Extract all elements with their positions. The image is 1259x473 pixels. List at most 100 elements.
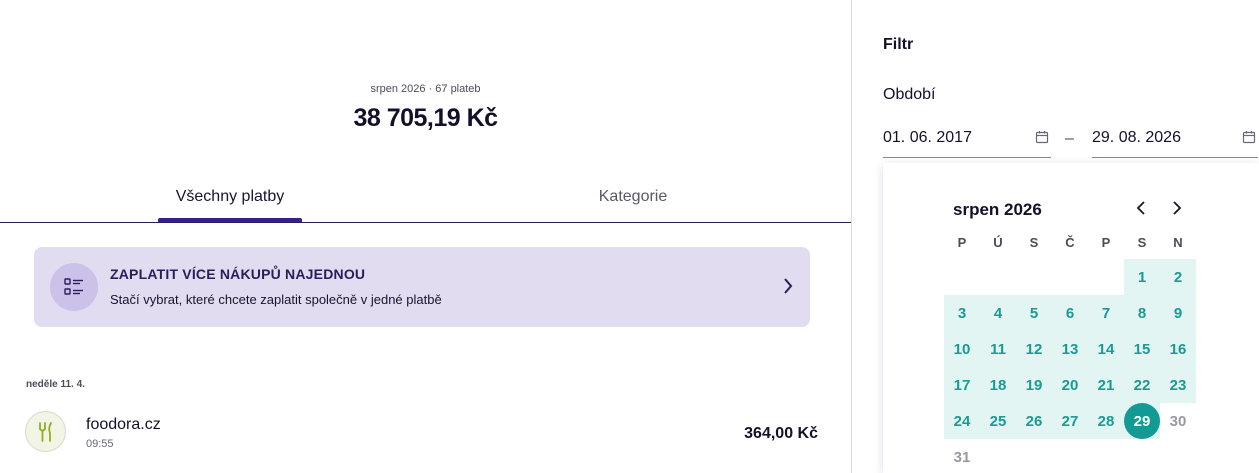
calendar-day-number: 11 bbox=[990, 340, 1006, 358]
fork-knife-icon bbox=[25, 411, 66, 452]
tab-all-payments[interactable]: Všechny platby bbox=[158, 188, 302, 206]
filter-panel: Filtr Období 01. 06. 2017 – 29. 08. 2026… bbox=[851, 0, 1259, 473]
calendar-day-number: 24 bbox=[953, 412, 971, 430]
calendar-day-number: 16 bbox=[1169, 340, 1187, 358]
chevron-right-icon bbox=[782, 276, 794, 301]
calendar-day[interactable]: 4 bbox=[980, 295, 1016, 331]
calendar-day-number: 10 bbox=[953, 340, 971, 358]
calendar-day[interactable]: 2 bbox=[1160, 259, 1196, 295]
weekday-label: Č bbox=[1065, 235, 1075, 250]
day-group-label: neděle 11. 4. bbox=[26, 379, 85, 390]
calendar-day[interactable]: 20 bbox=[1052, 367, 1088, 403]
weekday-label: Ú bbox=[993, 235, 1003, 250]
calendar-day[interactable]: 12 bbox=[1016, 331, 1052, 367]
calendar-day-number: 8 bbox=[1137, 304, 1147, 322]
checklist-icon bbox=[50, 263, 98, 311]
calendar-day[interactable]: 13 bbox=[1052, 331, 1088, 367]
calendar-day[interactable]: 15 bbox=[1124, 331, 1160, 367]
calendar-day[interactable]: 6 bbox=[1052, 295, 1088, 331]
date-to-value: 29. 08. 2026 bbox=[1092, 129, 1181, 146]
calendar-day[interactable]: 22 bbox=[1124, 367, 1160, 403]
calendar-day[interactable]: 5 bbox=[1016, 295, 1052, 331]
calendar-day[interactable]: 21 bbox=[1088, 367, 1124, 403]
calendar-day-number: 31 bbox=[953, 448, 971, 466]
pay-multiple-banner[interactable]: ZAPLATIT VÍCE NÁKUPŮ NAJEDNOU Stačí vybr… bbox=[34, 247, 810, 327]
active-tab-indicator bbox=[158, 218, 302, 222]
calendar-day[interactable]: 31 bbox=[944, 439, 980, 473]
calendar-day[interactable]: 24 bbox=[944, 403, 980, 439]
filter-title: Filtr bbox=[883, 36, 914, 53]
weekday-label: S bbox=[1137, 235, 1147, 250]
period-label: Období bbox=[883, 86, 936, 103]
transaction-merchant: foodora.cz bbox=[86, 416, 161, 433]
calendar-day-number: 5 bbox=[1029, 304, 1039, 322]
payments-panel: srpen 2026 · 67 plateb 38 705,19 Kč Všec… bbox=[0, 0, 851, 473]
calendar-day[interactable]: 17 bbox=[944, 367, 980, 403]
calendar-day[interactable]: 26 bbox=[1016, 403, 1052, 439]
banner-subtitle: Stačí vybrat, které chcete zaplatit spol… bbox=[110, 292, 442, 307]
calendar-icon[interactable] bbox=[1242, 130, 1256, 149]
calendar-day[interactable]: 29 bbox=[1124, 403, 1160, 439]
calendar-day-number: 19 bbox=[1025, 376, 1043, 394]
calendar-day-number: 29 bbox=[1124, 403, 1160, 439]
calendar-day[interactable]: 9 bbox=[1160, 295, 1196, 331]
weekday-label: P bbox=[957, 235, 967, 250]
calendar-day[interactable]: 11 bbox=[980, 331, 1016, 367]
transaction-time: 09:55 bbox=[86, 438, 114, 450]
calendar-day[interactable]: 25 bbox=[980, 403, 1016, 439]
calendar-day[interactable]: 1 bbox=[1124, 259, 1160, 295]
calendar-day-number: 14 bbox=[1097, 340, 1115, 358]
calendar-day-number: 12 bbox=[1025, 340, 1043, 358]
calendar-day[interactable]: 16 bbox=[1160, 331, 1196, 367]
calendar-day-number: 23 bbox=[1169, 376, 1187, 394]
calendar-day[interactable]: 18 bbox=[980, 367, 1016, 403]
calendar-day[interactable]: 10 bbox=[944, 331, 980, 367]
calendar-icon[interactable] bbox=[1035, 130, 1049, 149]
calendar-day-number: 4 bbox=[993, 304, 1003, 322]
transaction-row[interactable]: foodora.cz 09:55 364,00 Kč bbox=[0, 405, 851, 461]
summary-total: 38 705,19 Kč bbox=[353, 104, 498, 132]
calendar-day[interactable]: 8 bbox=[1124, 295, 1160, 331]
date-from-value: 01. 06. 2017 bbox=[883, 129, 972, 146]
calendar-day-number: 21 bbox=[1097, 376, 1115, 394]
chevron-left-icon[interactable] bbox=[1133, 199, 1149, 222]
calendar-day[interactable]: 23 bbox=[1160, 367, 1196, 403]
calendar-day[interactable]: 14 bbox=[1088, 331, 1124, 367]
banner-title: ZAPLATIT VÍCE NÁKUPŮ NAJEDNOU bbox=[110, 266, 366, 282]
date-picker-popup: srpen 2026 P Ú S Č P S N 1 2 3 4 5 6 7 8 9 10 11 12… bbox=[883, 163, 1259, 473]
calendar-day-number: 1 bbox=[1137, 268, 1147, 286]
calendar-day-number: 30 bbox=[1169, 412, 1187, 430]
weekday-label: N bbox=[1173, 235, 1183, 250]
calendar-day[interactable]: 3 bbox=[944, 295, 980, 331]
weekday-label: P bbox=[1101, 235, 1111, 250]
calendar-day-number: 28 bbox=[1097, 412, 1115, 430]
calendar-day-number: 7 bbox=[1101, 304, 1111, 322]
calendar-day-number: 3 bbox=[957, 304, 967, 322]
date-from-field[interactable]: 01. 06. 2017 bbox=[883, 118, 1051, 158]
calendar-day[interactable]: 30 bbox=[1160, 403, 1196, 439]
calendar-day-number: 17 bbox=[953, 376, 971, 394]
calendar-day-number: 20 bbox=[1061, 376, 1079, 394]
calendar-day-number: 15 bbox=[1133, 340, 1151, 358]
date-range-separator: – bbox=[1065, 130, 1074, 147]
transaction-amount: 364,00 Kč bbox=[744, 425, 818, 442]
calendar-day-number: 9 bbox=[1173, 304, 1183, 322]
summary-meta: srpen 2026 · 67 plateb bbox=[370, 83, 481, 95]
calendar-day[interactable]: 27 bbox=[1052, 403, 1088, 439]
calendar-day-number: 27 bbox=[1061, 412, 1079, 430]
calendar-day[interactable]: 19 bbox=[1016, 367, 1052, 403]
calendar-day-number: 25 bbox=[989, 412, 1007, 430]
calendar-day-number: 6 bbox=[1065, 304, 1075, 322]
tab-categories[interactable]: Kategorie bbox=[558, 188, 708, 206]
calendar-day-number: 13 bbox=[1061, 340, 1079, 358]
calendar-day-number: 26 bbox=[1025, 412, 1043, 430]
chevron-right-icon[interactable] bbox=[1169, 199, 1185, 222]
calendar-day[interactable]: 7 bbox=[1088, 295, 1124, 331]
calendar-day-number: 18 bbox=[989, 376, 1007, 394]
date-to-field[interactable]: 29. 08. 2026 bbox=[1092, 118, 1258, 158]
tab-bar: Všechny platby Kategorie bbox=[0, 178, 851, 223]
calendar-day[interactable]: 28 bbox=[1088, 403, 1124, 439]
calendar-day-number: 22 bbox=[1133, 376, 1151, 394]
weekday-label: S bbox=[1029, 235, 1039, 250]
calendar-month-title: srpen 2026 bbox=[953, 200, 1042, 219]
